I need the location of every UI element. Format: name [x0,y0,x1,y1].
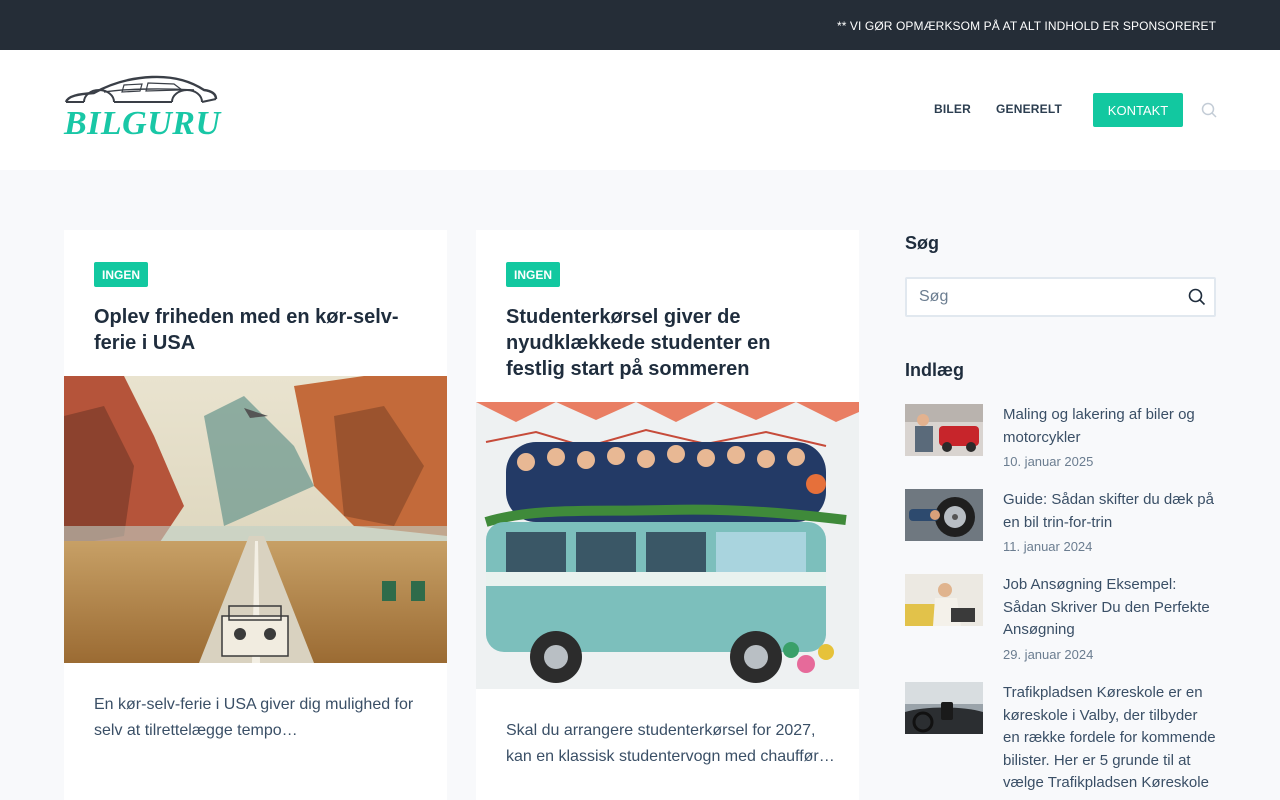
post-title[interactable]: Guide: Sådan skifter du dæk på en bil tr… [1003,489,1218,534]
site-logo[interactable]: BILGURU [64,72,221,142]
sidebar-search-box [905,277,1216,317]
post-thumbnail-car-painting[interactable] [905,404,983,456]
sponsored-notice: ** VI GØR OPMÆRKSOM PÅ AT ALT INDHOLD ER… [836,19,1216,33]
article-title[interactable]: Studenterkørsel giver de nyudklækkede st… [506,304,826,382]
article-card: INGEN Oplev friheden med en kør-selv-fer… [64,230,447,800]
post-thumbnail-job-application[interactable] [905,574,983,626]
article-image-road-trip[interactable] [64,376,447,663]
article-excerpt: En kør-selv-ferie i USA giver dig muligh… [94,696,414,739]
post-title[interactable]: Maling og lakering af biler og motorcykl… [1003,404,1218,449]
post-title[interactable]: Job Ansøgning Eksempel: Sådan Skriver Du… [1003,574,1218,642]
search-button[interactable] [1188,288,1206,306]
sidebar-search-heading: Søg [905,233,939,253]
article-image-student-van[interactable] [476,402,859,689]
sidebar-posts-heading: Indlæg [905,360,964,380]
category-badge[interactable]: INGEN [506,262,561,287]
post-date: 11. januar 2024 [1003,539,1093,554]
article-title[interactable]: Oplev friheden med en kør-selv-ferie i U… [94,304,414,356]
search-icon [1188,288,1206,306]
article-excerpt: Skal du arrangere studenterkørsel for 20… [506,722,835,765]
post-date: 29. januar 2024 [1003,647,1094,662]
nav-generelt[interactable]: GENERELT [996,102,1062,116]
post-thumbnail-tire-change[interactable] [905,489,983,541]
search-input[interactable] [919,287,1169,307]
top-notice-bar: ** VI GØR OPMÆRKSOM PÅ AT ALT INDHOLD ER… [0,0,1280,50]
category-badge[interactable]: INGEN [94,262,149,287]
logo-text: BILGURU [64,105,221,142]
post-thumbnail-driving-school[interactable] [905,682,983,734]
site-header: BILGURU BILER GENERELT KONTAKT [0,50,1280,170]
search-icon[interactable] [1201,102,1217,118]
post-date: 10. januar 2025 [1003,454,1094,469]
nav-biler[interactable]: BILER [934,102,971,116]
post-title[interactable]: Trafikpladsen Køreskole er en køreskole … [1003,682,1218,795]
article-card: INGEN Studenterkørsel giver de nyudklækk… [476,230,859,800]
nav-kontakt-button[interactable]: KONTAKT [1093,93,1183,127]
